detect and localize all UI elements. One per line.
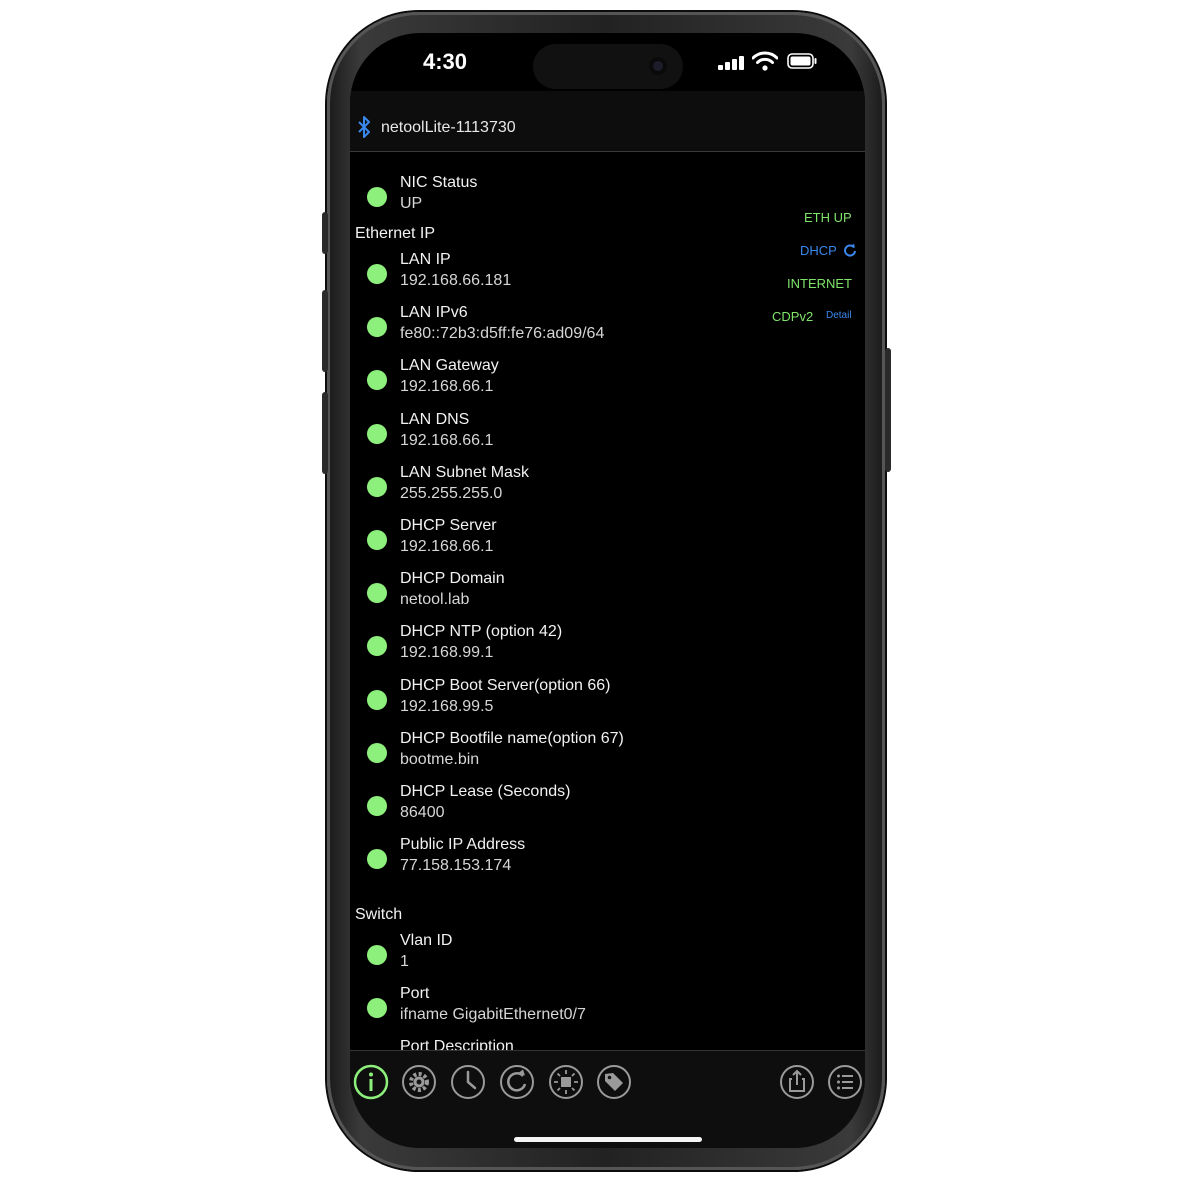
item-value: ifname GigabitEthernet0/7 [400, 1006, 586, 1024]
item-label: Port [400, 985, 430, 1003]
list-item[interactable]: Port ifname GigabitEthernet0/7 [350, 985, 865, 1029]
wifi-icon [752, 51, 778, 71]
bottom-toolbar [350, 1050, 865, 1148]
eth-up-badge: ETH UP [804, 210, 852, 225]
list-item[interactable]: Port DescriptionGigabitEthernet0/7 [350, 1038, 865, 1050]
cdp-badge: CDPv2 [772, 309, 814, 324]
front-camera [649, 57, 667, 75]
list-icon[interactable] [827, 1064, 863, 1100]
status-time: 4:30 [422, 49, 468, 74]
item-label: Vlan ID [400, 932, 453, 949]
internet-badge: INTERNET [787, 276, 852, 291]
status-indicator [367, 945, 387, 965]
volume-down-button [322, 392, 328, 474]
dhcp-badge[interactable]: DHCP [800, 243, 837, 258]
power-button [885, 348, 891, 472]
cellular-signal-icon [718, 56, 744, 70]
info-icon[interactable] [353, 1064, 389, 1100]
cdp-detail-link[interactable]: Detail [826, 310, 852, 321]
light-icon[interactable] [548, 1064, 584, 1100]
volume-up-button [322, 290, 328, 372]
home-indicator[interactable] [514, 1137, 702, 1142]
bluetooth-icon[interactable] [355, 115, 373, 139]
item-value: 1 [400, 953, 409, 970]
share-icon[interactable] [779, 1064, 815, 1100]
phone-screen: 4:30 netoolLite-1113730 NIC Status UP Et… [350, 33, 865, 1148]
tag-icon[interactable] [596, 1064, 632, 1100]
dhcp-refresh-icon[interactable] [843, 243, 857, 257]
status-indicator [367, 998, 387, 1019]
clock-icon[interactable] [450, 1064, 486, 1100]
action-button [322, 212, 328, 254]
gear-icon[interactable] [401, 1064, 437, 1100]
refresh-icon[interactable] [499, 1064, 535, 1100]
item-label: Port Description [400, 1038, 514, 1050]
device-name: netoolLite-1113730 [381, 119, 516, 136]
list-item[interactable]: Vlan ID 1 [350, 932, 865, 976]
battery-icon [787, 53, 817, 69]
info-list[interactable]: NIC Status UP Ethernet IP LAN IP 192.168.… [350, 152, 865, 1050]
